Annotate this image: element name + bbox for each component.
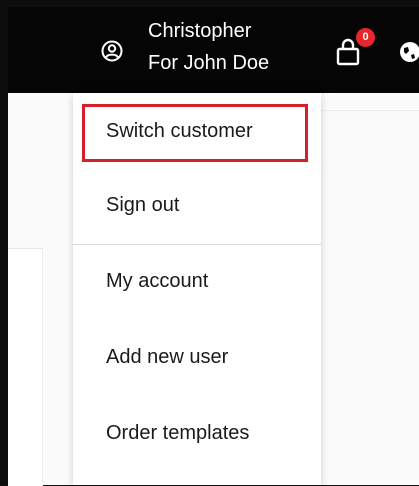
order-templates-menu-item[interactable]: Order templates (73, 409, 321, 459)
my-account-menu-item[interactable]: My account (73, 257, 321, 307)
side-panel (8, 248, 43, 486)
account-user-name[interactable]: Christopher (148, 20, 251, 43)
sign-out-menu-item[interactable]: Sign out (73, 181, 321, 231)
content-divider (320, 110, 419, 111)
add-new-user-label: Add new user (106, 346, 229, 368)
add-new-user-menu-item[interactable]: Add new user (73, 333, 321, 383)
switch-customer-label: Switch customer (106, 120, 253, 142)
order-templates-label: Order templates (106, 422, 250, 444)
my-account-label: My account (106, 270, 209, 292)
globe-icon[interactable] (398, 40, 419, 64)
switch-customer-menu-item[interactable]: Switch customer (73, 107, 321, 157)
cart-count-badge: 0 (356, 28, 375, 47)
menu-divider (73, 244, 321, 245)
account-customer-name[interactable]: For John Doe (148, 52, 269, 75)
sign-out-label: Sign out (106, 194, 180, 216)
user-circle-icon[interactable] (101, 40, 123, 62)
account-dropdown-menu: Switch customer Sign out My account Add … (73, 93, 321, 485)
